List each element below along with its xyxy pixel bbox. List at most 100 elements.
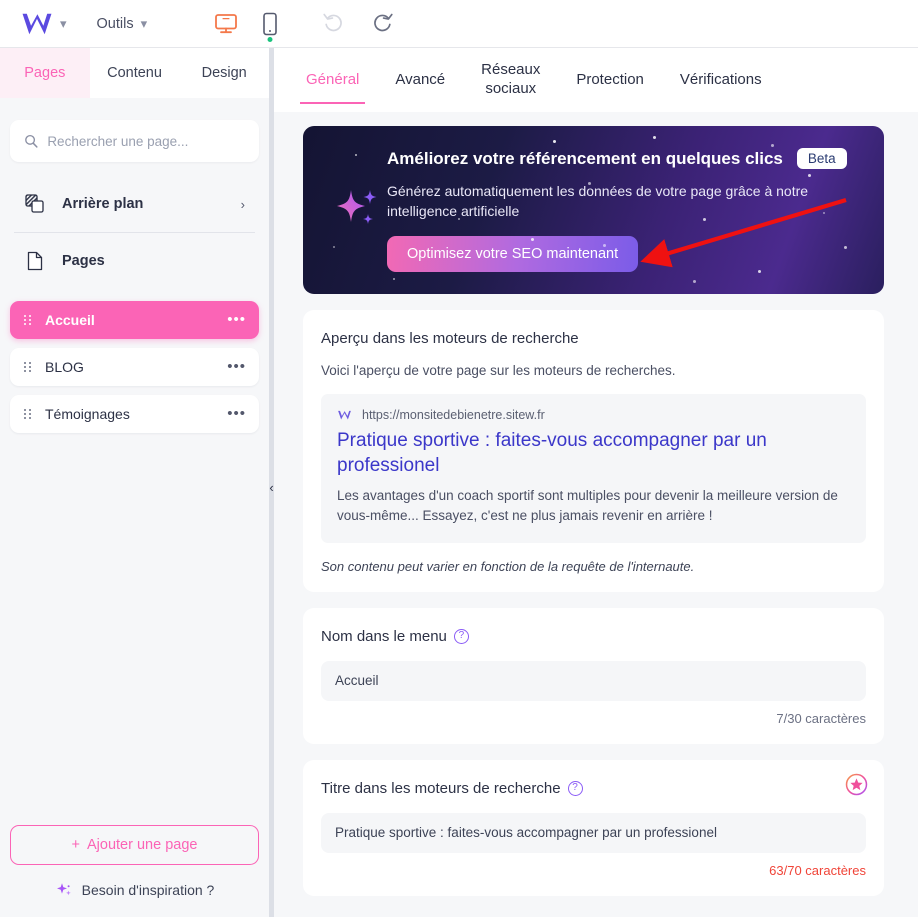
tab-general-label: Général: [306, 70, 360, 88]
tools-menu-button[interactable]: Outils ▾: [89, 11, 156, 37]
sidebar-tabs: Pages Contenu Design: [0, 48, 270, 98]
seo-title-label: Titre dans les moteurs de recherche: [321, 779, 561, 797]
banner-header: Améliorez votre référencement en quelque…: [387, 148, 858, 169]
sidebar-item-pages[interactable]: Pages: [10, 233, 259, 289]
page-options-button[interactable]: •••: [227, 313, 246, 327]
add-page-label: Ajouter une page: [87, 837, 198, 853]
page-document-icon: [27, 251, 43, 271]
sidebar-resize-divider[interactable]: ‹: [269, 48, 274, 917]
search-preview-title: Aperçu dans les moteurs de recherche: [321, 330, 579, 347]
tab-reseaux-sociaux[interactable]: Réseaux sociaux: [463, 48, 558, 112]
left-sidebar: Pages Contenu Design Rechercher une page…: [0, 48, 270, 917]
serp-url: https://monsitedebienetre.sitew.fr: [362, 408, 545, 422]
seo-title-card: Titre dans les moteurs de recherche ? 63…: [303, 759, 884, 896]
banner-subtitle: Générez automatiquement les données de v…: [387, 183, 809, 220]
tab-verifications[interactable]: Vérifications: [662, 48, 780, 112]
chevron-right-icon: ›: [240, 196, 245, 212]
help-icon[interactable]: ?: [567, 780, 583, 796]
sidebar-item-pages-label: Pages: [62, 253, 105, 269]
redo-button[interactable]: [371, 10, 395, 37]
sidebar-tab-design[interactable]: Design: [179, 48, 270, 98]
device-preview-group: [213, 11, 283, 42]
serp-title-link[interactable]: Pratique sportive : faites-vous accompag…: [337, 428, 850, 478]
sidebar-tab-contenu-label: Contenu: [107, 65, 162, 81]
top-toolbar: ▾ Outils ▾: [0, 0, 918, 48]
help-icon[interactable]: ?: [453, 628, 469, 644]
seo-title-input[interactable]: [335, 825, 852, 841]
tab-reseaux-sociaux-label: Réseaux sociaux: [481, 61, 541, 97]
page-search-box[interactable]: [10, 120, 259, 162]
drag-handle-icon[interactable]: [24, 409, 31, 419]
sitew-w-logo-icon: [22, 13, 52, 34]
desktop-view-button[interactable]: [213, 11, 239, 37]
main-panel: Général Avancé Réseaux sociaux Protectio…: [274, 48, 918, 917]
sparkle-icon: [56, 883, 71, 896]
brand-logo-button[interactable]: ▾: [14, 11, 67, 37]
serp-description: Les avantages d'un coach sportif sont mu…: [337, 488, 838, 524]
inspiration-label: Besoin d'inspiration ?: [81, 882, 215, 898]
redo-arrow-icon: [374, 13, 393, 32]
drag-handle-icon[interactable]: [24, 315, 31, 325]
inspiration-link[interactable]: Besoin d'inspiration ?: [10, 881, 259, 899]
sitew-w-favicon-icon: [338, 410, 351, 420]
sidebar-tab-pages[interactable]: Pages: [0, 48, 90, 98]
menu-name-field[interactable]: [321, 660, 866, 701]
seo-title-heading: Titre dans les moteurs de recherche ?: [321, 780, 866, 797]
tab-general[interactable]: Général: [288, 48, 377, 112]
workspace: Pages Contenu Design Rechercher une page…: [0, 48, 918, 917]
sidebar-content: Arrière plan › Pages Accueil •••: [0, 98, 269, 917]
sparkle-stars-icon: [337, 190, 377, 224]
premium-star-icon[interactable]: [845, 773, 868, 796]
undo-arrow-icon: [323, 13, 342, 32]
page-name: Témoignages: [45, 406, 130, 422]
mobile-phone-icon: [263, 12, 277, 35]
search-preview-card: Aperçu dans les moteurs de recherche Voi…: [303, 310, 884, 592]
sidebar-tab-contenu[interactable]: Contenu: [89, 48, 180, 98]
page-list-item-temoignages[interactable]: Témoignages •••: [10, 395, 259, 433]
tab-protection-label: Protection: [576, 70, 644, 88]
add-page-button[interactable]: + Ajouter une page: [10, 825, 259, 865]
page-name: BLOG: [45, 359, 84, 375]
menu-name-input[interactable]: [335, 673, 852, 689]
chevron-down-icon: ▾: [60, 16, 67, 31]
app-root: ▾ Outils ▾ Pages Contenu Design Recherch…: [0, 0, 918, 917]
menu-name-counter: 7/30 caractères: [776, 710, 866, 726]
plus-icon: +: [71, 837, 80, 853]
mobile-status-dot: [267, 36, 273, 42]
undo-button[interactable]: [321, 10, 345, 37]
desktop-monitor-icon: [215, 13, 238, 33]
tab-protection[interactable]: Protection: [558, 48, 662, 112]
tab-avance-label: Avancé: [395, 70, 446, 88]
serp-note: Son contenu peut varier en fonction de l…: [321, 558, 695, 574]
seo-promo-banner: Améliorez votre référencement en quelque…: [303, 126, 884, 294]
serp-preview-box: https://monsitedebienetre.sitew.fr Prati…: [321, 394, 866, 543]
seo-title-counter: 63/70 caractères: [769, 862, 866, 878]
seo-tabs: Général Avancé Réseaux sociaux Protectio…: [274, 48, 918, 112]
search-input[interactable]: [47, 133, 245, 149]
page-list-item-accueil[interactable]: Accueil •••: [10, 301, 259, 339]
sidebar-item-arriere-plan[interactable]: Arrière plan ›: [10, 176, 259, 232]
drag-handle-icon[interactable]: [24, 362, 31, 372]
serp-url-row: https://monsitedebienetre.sitew.fr: [337, 408, 850, 422]
sidebar-tab-design-label: Design: [201, 65, 247, 81]
page-list-item-blog[interactable]: BLOG •••: [10, 348, 259, 386]
page-options-button[interactable]: •••: [227, 407, 246, 421]
page-options-button[interactable]: •••: [227, 360, 246, 374]
seo-title-field[interactable]: [321, 812, 866, 853]
settings-scroll-area: Améliorez votre référencement en quelque…: [274, 112, 918, 917]
sidebar-collapse-button[interactable]: ‹: [265, 476, 278, 498]
banner-title: Améliorez votre référencement en quelque…: [387, 148, 783, 168]
search-preview-subtitle: Voici l'aperçu de votre page sur les mot…: [321, 363, 676, 378]
sidebar-tab-pages-label: Pages: [24, 65, 66, 81]
menu-name-title: Nom dans le menu ?: [321, 628, 866, 645]
menu-name-label: Nom dans le menu: [321, 627, 447, 645]
sidebar-footer: + Ajouter une page Besoin d'inspiration …: [10, 825, 259, 917]
tab-avance[interactable]: Avancé: [377, 48, 463, 112]
chevron-down-icon: ▾: [140, 16, 148, 31]
search-icon: [25, 134, 38, 148]
optimize-seo-button[interactable]: Optimisez votre SEO maintenant: [387, 235, 639, 272]
page-name: Accueil: [45, 312, 95, 328]
menu-name-card: Nom dans le menu ? 7/30 caractères: [303, 607, 884, 744]
sidebar-item-arriere-plan-label: Arrière plan: [62, 196, 144, 212]
mobile-view-button[interactable]: [257, 11, 283, 42]
